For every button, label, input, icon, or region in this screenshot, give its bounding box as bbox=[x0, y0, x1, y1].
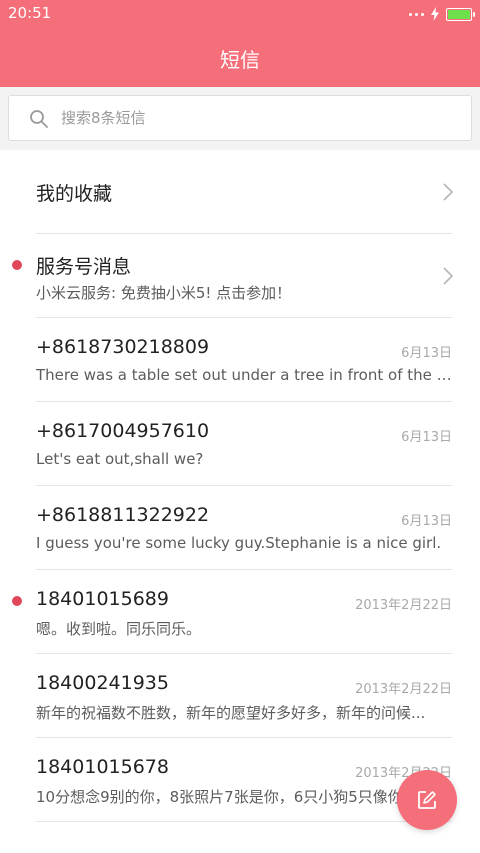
unread-dot bbox=[12, 260, 22, 270]
conversation-snippet: 10分想念9别的你，8张照片7张是你，6只小狗5只像你 bbox=[36, 788, 403, 806]
conversation-snippet: 小米云服务: 免费抽小米5! 点击参加！ bbox=[36, 284, 292, 302]
status-bar: 20:51 bbox=[0, 0, 480, 28]
conversation-row[interactable]: +8617004957610 6月13日 Let's eat out,shall… bbox=[0, 402, 480, 486]
conversation-date: 2013年2月22日 bbox=[355, 682, 452, 697]
conversation-title: +8617004957610 bbox=[36, 420, 210, 442]
status-icons bbox=[409, 6, 475, 22]
search-input[interactable] bbox=[61, 96, 461, 140]
conversation-title: 18401015689 bbox=[36, 588, 169, 610]
conversation-title: 18401015678 bbox=[36, 756, 169, 778]
favorites-label: 我的收藏 bbox=[36, 183, 113, 205]
conversation-list: 我的收藏 服务号消息 小米云服务: 免费抽小米5! 点击参加！ +8618730… bbox=[0, 150, 480, 822]
conversation-date: 2013年2月22日 bbox=[355, 598, 452, 613]
search-icon bbox=[30, 110, 48, 128]
signal-dots-icon bbox=[409, 12, 424, 16]
conversation-title: 18400241935 bbox=[36, 672, 169, 694]
conversation-snippet: 新年的祝福数不胜数，新年的愿望好多好多，新年的问候... bbox=[36, 704, 426, 722]
chevron-right-icon bbox=[443, 267, 454, 285]
conversation-snippet: I guess you're some lucky guy.Stephanie … bbox=[36, 534, 442, 552]
conversation-row[interactable]: 18401015689 2013年2月22日 嗯。收到啦。同乐同乐。 bbox=[0, 570, 480, 654]
compose-button[interactable] bbox=[397, 770, 457, 830]
conversation-date: 6月13日 bbox=[401, 514, 452, 529]
conversation-row[interactable]: +8618811322922 6月13日 I guess you're some… bbox=[0, 486, 480, 570]
conversation-row[interactable]: +8618730218809 6月13日 There was a table s… bbox=[0, 318, 480, 402]
status-time: 20:51 bbox=[8, 4, 52, 22]
search-box[interactable] bbox=[8, 95, 472, 141]
conversation-snippet: 嗯。收到啦。同乐同乐。 bbox=[36, 620, 202, 638]
conversation-row[interactable]: 18400241935 2013年2月22日 新年的祝福数不胜数，新年的愿望好多… bbox=[0, 654, 480, 738]
unread-dot bbox=[12, 596, 22, 606]
app-header: 20:51 短信 bbox=[0, 0, 480, 87]
chevron-right-icon bbox=[443, 183, 454, 201]
battery-icon bbox=[446, 7, 475, 21]
conversation-date: 6月13日 bbox=[401, 430, 452, 445]
conversation-title: +8618730218809 bbox=[36, 336, 210, 358]
page-title: 短信 bbox=[220, 48, 260, 72]
conversation-snippet: Let's eat out,shall we? bbox=[36, 450, 204, 468]
conversation-snippet: There was a table set out under a tree i… bbox=[36, 366, 454, 384]
favorites-row[interactable]: 我的收藏 bbox=[0, 150, 480, 234]
conversation-title: 服务号消息 bbox=[36, 256, 132, 278]
conversation-title: +8618811322922 bbox=[36, 504, 210, 526]
conversation-row[interactable]: 服务号消息 小米云服务: 免费抽小米5! 点击参加！ bbox=[0, 234, 480, 318]
conversation-date: 6月13日 bbox=[401, 346, 452, 361]
charging-bolt-icon bbox=[431, 7, 439, 21]
compose-icon bbox=[418, 791, 436, 809]
search-bar bbox=[0, 87, 480, 150]
